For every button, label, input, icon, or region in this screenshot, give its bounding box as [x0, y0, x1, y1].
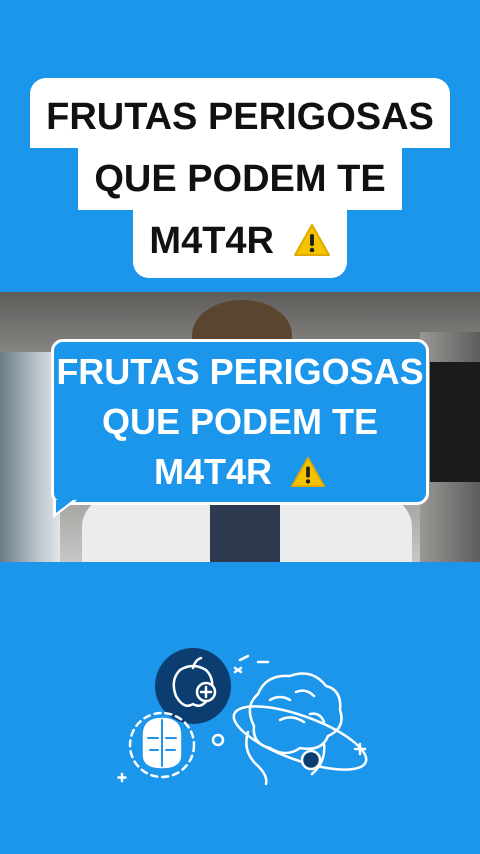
top-caption-line-3: M4T4R [133, 210, 347, 278]
brain-fruit-health-illustration [117, 648, 368, 786]
top-caption-line-2: QUE PODEM TE [78, 148, 402, 210]
video-person-shirt [210, 502, 280, 562]
overlay-caption-line-2: QUE PODEM TE [101, 401, 379, 442]
top-caption: FRUTAS PERIGOSAS QUE PODEM TE M4T4R [0, 78, 480, 278]
warning-icon [293, 224, 330, 256]
overlay-caption-line-3: M4T4R [154, 447, 326, 497]
warning-icon [291, 456, 325, 488]
bubble-tail-inner [56, 500, 73, 513]
overlay-caption-line-1: FRUTAS PERIGOSAS [56, 351, 424, 392]
video-tv [430, 362, 480, 482]
top-caption-line-1: FRUTAS PERIGOSAS [30, 78, 450, 148]
overlay-caption-bubble: FRUTAS PERIGOSAS QUE PODEM TE M4T4R [51, 339, 429, 505]
